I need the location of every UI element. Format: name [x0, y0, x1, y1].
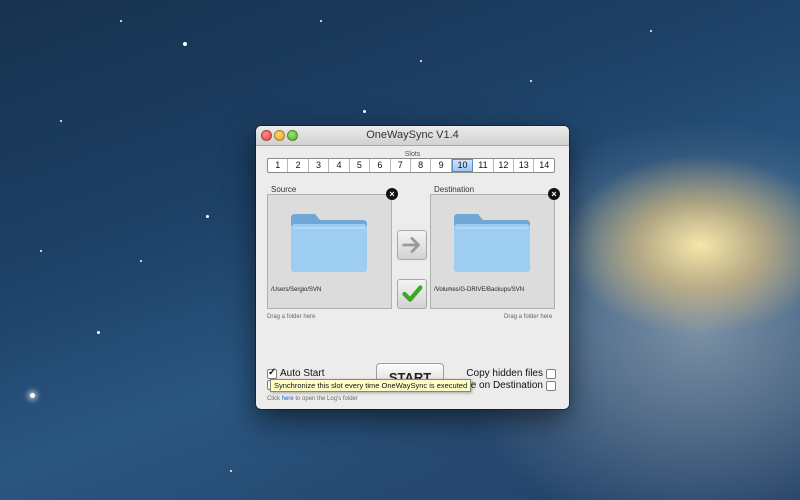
checkbox-box[interactable] [546, 368, 556, 379]
destination-path: /Volumes/G-DRIVE/Backups/SVN [434, 287, 525, 293]
log-folder-link[interactable]: here [282, 396, 294, 402]
log-suffix: to open the Log's folder [293, 396, 358, 402]
star [320, 20, 322, 22]
app-window: OneWaySync V1.4 Slots 1 2 3 4 5 6 7 8 9 10 11 12 13 1… [256, 126, 569, 409]
star [230, 470, 232, 472]
sync-arrow-button[interactable] [397, 230, 427, 260]
window-title: OneWaySync V1.4 [366, 129, 459, 141]
auto-start-checkbox[interactable]: Auto Start [267, 367, 325, 379]
slot-button-9[interactable]: 9 [431, 159, 452, 172]
slot-button-5[interactable]: 5 [350, 159, 371, 172]
source-drop-zone[interactable]: /Users/Sergio/SVN [267, 194, 392, 309]
slot-button-8[interactable]: 8 [411, 159, 432, 172]
close-circle-icon[interactable]: × [386, 188, 398, 200]
verify-button[interactable] [397, 279, 427, 309]
star [60, 120, 62, 122]
slot-button-14[interactable]: 14 [534, 159, 553, 172]
folder-icon [454, 214, 530, 272]
checkmark-icon [402, 285, 423, 302]
slot-button-1[interactable]: 1 [268, 159, 289, 172]
source-label: Source [271, 185, 297, 194]
slot-button-7[interactable]: 7 [391, 159, 411, 172]
slots-segmented-control: 1 2 3 4 5 6 7 8 9 10 11 12 13 14 [267, 158, 555, 173]
slot-button-6[interactable]: 6 [370, 159, 391, 172]
tooltip: Synchronize this slot every time OneWayS… [270, 379, 472, 392]
checkbox-box[interactable] [267, 367, 277, 379]
slot-button-11[interactable]: 11 [473, 159, 494, 172]
star [650, 30, 652, 32]
destination-label: Destination [434, 185, 475, 194]
star [363, 110, 366, 113]
star [30, 393, 35, 398]
destination-drag-hint: Drag a folder here [504, 314, 553, 320]
copy-hidden-label: Copy hidden files [466, 368, 543, 379]
slot-button-13[interactable]: 13 [514, 159, 535, 172]
folder-icon [291, 214, 367, 272]
star [140, 260, 142, 262]
star [120, 20, 122, 22]
source-path: /Users/Sergio/SVN [271, 287, 322, 293]
star [420, 60, 422, 62]
star [530, 80, 532, 82]
auto-start-label: Auto Start [280, 368, 325, 379]
log-folder-line: Click here to open the Log's folder [267, 396, 358, 402]
slot-button-4[interactable]: 4 [329, 159, 350, 172]
log-prefix: Click [267, 396, 282, 402]
copy-hidden-checkbox[interactable]: Copy hidden files [466, 368, 556, 379]
destination-drop-zone[interactable]: /Volumes/G-DRIVE/Backups/SVN [430, 194, 555, 309]
star [40, 250, 42, 252]
slot-button-2[interactable]: 2 [288, 159, 309, 172]
slots-label: Slots [404, 151, 421, 158]
checkbox-box[interactable] [546, 380, 556, 391]
slot-button-12[interactable]: 12 [494, 159, 515, 172]
star [183, 42, 187, 46]
star [97, 331, 100, 334]
slot-button-10[interactable]: 10 [451, 159, 474, 172]
title-bar: OneWaySync V1.4 [256, 126, 569, 146]
source-drag-hint: Drag a folder here [267, 314, 316, 320]
close-circle-icon[interactable]: × [548, 188, 560, 200]
star [206, 215, 209, 218]
slot-button-3[interactable]: 3 [309, 159, 330, 172]
arrow-right-icon [402, 237, 420, 253]
